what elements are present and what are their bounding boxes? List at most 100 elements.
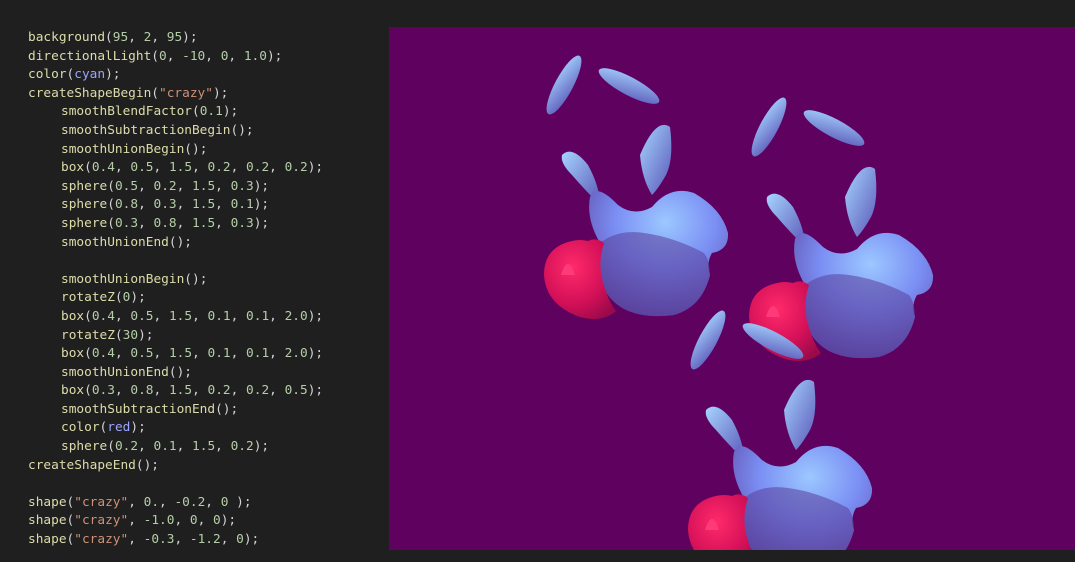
code-token-num: 0.5 <box>130 308 154 324</box>
code-line[interactable]: rotateZ(0); <box>28 289 388 308</box>
code-token-num: 0.4 <box>91 160 115 176</box>
code-token-punc: , <box>114 160 131 176</box>
code-token-num: 1.5 <box>168 383 193 399</box>
code-token-num: 0.2 <box>114 439 139 455</box>
code-token-num: 0.8 <box>153 215 177 231</box>
code-token-punc: ( <box>107 197 115 213</box>
code-token-num: 0.2 <box>246 160 270 176</box>
code-token-punc: , <box>205 48 221 64</box>
code-token-punc: , <box>114 383 131 399</box>
code-token-punc: , <box>153 383 169 399</box>
code-line[interactable]: smoothSubtractionEnd(); <box>28 401 388 420</box>
code-token-punc: , <box>215 197 231 213</box>
code-token-punc: (); <box>215 401 239 417</box>
code-line[interactable]: box(0.4, 0.5, 1.5, 0.2, 0.2, 0.2); <box>28 159 388 178</box>
code-token-punc: (); <box>184 271 208 287</box>
code-line[interactable]: createShapeBegin("crazy"); <box>28 85 388 104</box>
code-token-num: 0.2 <box>207 160 231 176</box>
code-token-fn: smoothUnionBegin <box>61 141 185 157</box>
code-token-punc: , <box>197 513 213 529</box>
render-canvas[interactable] <box>389 27 1075 550</box>
code-line[interactable]: shape("crazy", -1.0, 0, 0); <box>28 512 388 531</box>
code-token-punc: , <box>153 346 169 362</box>
code-token-num: 0.5 <box>130 346 154 362</box>
floating-fin-left <box>546 55 582 115</box>
code-token-fn: sphere <box>61 439 108 455</box>
code-line[interactable]: smoothBlendFactor(0.1); <box>28 103 388 122</box>
code-token-num: 0.1 <box>246 308 270 324</box>
code-token-fn: shape <box>28 532 67 548</box>
code-token-punc: ); <box>307 308 324 324</box>
code-line[interactable]: smoothUnionBegin(); <box>28 271 388 290</box>
code-token-punc: , <box>138 215 154 231</box>
code-token-punc: (); <box>230 122 254 138</box>
code-token-punc: , <box>174 513 190 529</box>
code-line[interactable]: smoothUnionEnd(); <box>28 234 388 253</box>
tentacle <box>845 166 877 237</box>
code-token-punc: ( <box>107 178 115 194</box>
code-token-num: 2.0 <box>284 308 308 324</box>
code-line[interactable]: rotateZ(30); <box>28 327 388 346</box>
code-token-num: 2.0 <box>284 346 308 362</box>
code-line[interactable]: sphere(0.5, 0.2, 1.5, 0.3); <box>28 178 388 197</box>
code-token-num: 1.5 <box>168 308 193 324</box>
code-token-num: -0.3 <box>143 532 175 548</box>
code-token-fn: smoothSubtractionEnd <box>61 401 216 417</box>
code-token-num: 0.3 <box>153 197 177 213</box>
code-line[interactable]: sphere(0.2, 0.1, 1.5, 0.2); <box>28 438 388 457</box>
code-token-fn: smoothUnionBegin <box>61 271 185 287</box>
code-token-punc: , <box>205 494 221 510</box>
code-token-num: -10 <box>182 48 206 64</box>
code-line[interactable]: box(0.3, 0.8, 1.5, 0.2, 0.2, 0.5); <box>28 382 388 401</box>
code-token-punc: ); <box>243 532 260 548</box>
code-line[interactable]: smoothUnionEnd(); <box>28 364 388 383</box>
code-line[interactable]: sphere(0.8, 0.3, 1.5, 0.1); <box>28 196 388 215</box>
code-token-punc: (); <box>135 457 159 473</box>
code-token-punc: ); <box>130 420 146 436</box>
code-token-punc: ); <box>253 197 270 213</box>
code-token-punc: , <box>153 308 169 324</box>
code-token-punc: ); <box>253 215 270 231</box>
code-token-num: 1.5 <box>192 215 216 231</box>
code-token-const: red <box>107 420 131 436</box>
code-token-fn: sphere <box>61 178 108 194</box>
code-line[interactable]: createShapeEnd(); <box>28 457 388 476</box>
code-token-num: 0.1 <box>207 308 231 324</box>
floating-fin-left <box>690 310 726 370</box>
code-token-num: 0.1 <box>230 197 254 213</box>
code-line[interactable]: box(0.4, 0.5, 1.5, 0.1, 0.1, 2.0); <box>28 345 388 364</box>
code-editor[interactable]: background(95, 2, 95); directionalLight(0… <box>0 0 388 562</box>
code-line[interactable]: sphere(0.3, 0.8, 1.5, 0.3); <box>28 215 388 234</box>
code-line[interactable]: shape("crazy", 0., -0.2, 0 ); <box>28 494 388 513</box>
code-token-fn: directionalLight <box>28 48 152 64</box>
code-line[interactable]: smoothUnionBegin(); <box>28 141 388 160</box>
code-line[interactable]: background(95, 2, 95); <box>28 29 388 48</box>
code-token-fn: smoothUnionEnd <box>61 364 169 380</box>
code-line[interactable]: box(0.4, 0.5, 1.5, 0.1, 0.1, 2.0); <box>28 308 388 327</box>
code-token-str: "crazy" <box>74 513 129 529</box>
code-token-num: 0.2 <box>207 383 231 399</box>
code-token-punc: ( <box>107 215 115 231</box>
code-token-punc: , <box>114 346 131 362</box>
code-line[interactable]: shape("crazy", -0.3, -1.2, 0); <box>28 531 388 550</box>
code-token-num: 1.5 <box>192 178 216 194</box>
code-token-punc: ); <box>222 104 239 120</box>
code-token-punc: , <box>215 439 231 455</box>
code-line[interactable] <box>28 475 388 494</box>
code-token-num: 0.1 <box>153 439 177 455</box>
floating-fin-right <box>598 68 660 104</box>
code-line[interactable]: color(red); <box>28 419 388 438</box>
code-token-punc: , <box>230 383 247 399</box>
code-token-fn: box <box>61 383 85 399</box>
code-line[interactable]: directionalLight(0, -10, 0, 1.0); <box>28 48 388 67</box>
code-token-punc: , <box>174 532 190 548</box>
code-token-punc: , <box>138 439 154 455</box>
code-token-num: 0.5 <box>130 160 154 176</box>
code-token-punc: , <box>230 160 247 176</box>
tentacle <box>784 379 816 450</box>
code-line[interactable]: color(cyan); <box>28 66 388 85</box>
code-token-num: -1.2 <box>189 532 221 548</box>
code-token-punc: , <box>176 178 193 194</box>
code-line[interactable] <box>28 252 388 271</box>
code-line[interactable]: smoothSubtractionBegin(); <box>28 122 388 141</box>
